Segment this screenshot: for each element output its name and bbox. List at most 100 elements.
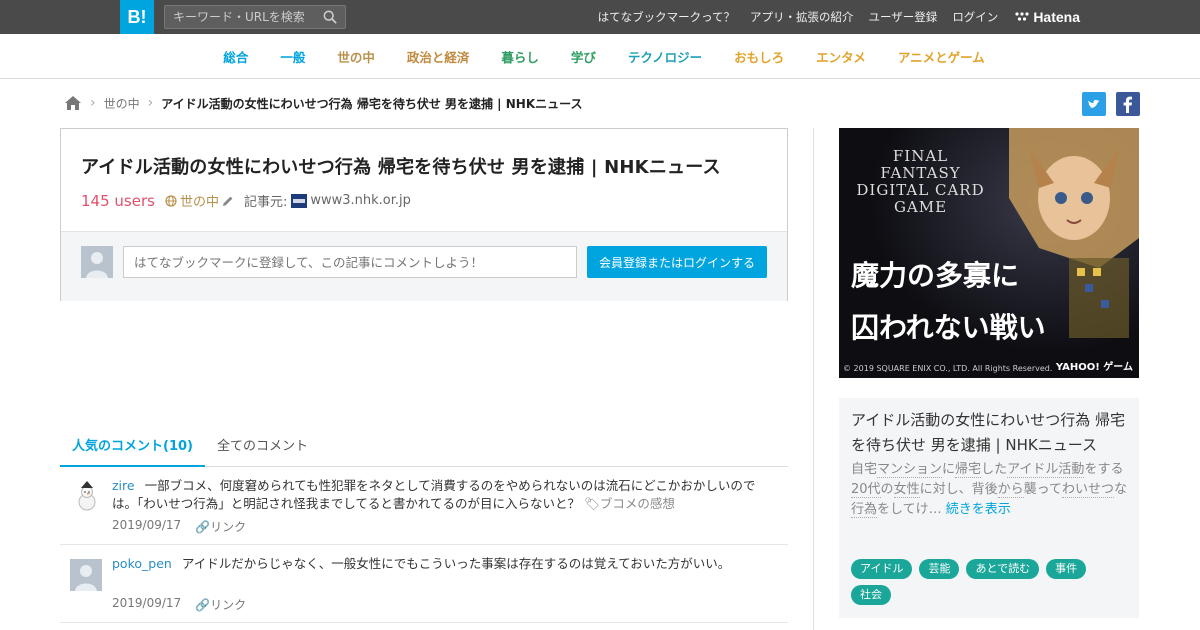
search-icon[interactable] [323,10,337,24]
category-tab[interactable]: アニメとゲーム [882,47,1001,66]
ad-copyright: © 2019 SQUARE ENIX CO., LTD. All Rights … [843,364,1053,373]
comment-footer: 2019/09/17 🔗リンク [112,596,246,613]
comment-text: アイドルだからじゃなく、一般女性にでもこういった事案は存在するのは覚えておいた方… [181,556,731,571]
summary-part: をしてけ… [877,502,942,517]
ad-headline: 魔力の多寡に 囚われない戦い [851,250,1046,354]
comment-link-label: リンク [210,598,247,612]
search-input[interactable] [165,6,315,28]
snowman-avatar-icon[interactable] [72,481,102,511]
ad-headline-line1: 魔力の多寡に [851,259,1020,292]
default-avatar-icon [86,252,108,278]
article-category[interactable]: 世の中 [165,191,234,210]
comment-form: 会員登録またはログインする [61,231,787,301]
chevron-right-icon: › [90,95,96,111]
summary-keyword[interactable]: 20代 [851,482,881,498]
comment-link[interactable]: 🔗リンク [195,596,246,613]
tab-popular-comments[interactable]: 人気のコメント(10) [60,432,205,467]
tab-all-comments[interactable]: 全てのコメント [205,432,320,467]
breadcrumb-title: アイドル活動の女性にわいせつ行為 帰宅を待ち伏せ 男を逮捕 | NHKニュース [161,96,583,111]
breadcrumb: › 世の中 › アイドル活動の女性にわいせつ行為 帰宅を待ち伏せ 男を逮捕 | … [64,94,583,112]
category-tab[interactable]: 暮らし [485,47,555,66]
ad-headline-line2: 囚われない戦い [851,311,1046,344]
register-login-button[interactable]: 会員登録またはログインする [587,246,767,278]
comment-item: zire 一部ブコメ、何度窘められても性犯罪をネタとして消費するのをやめられない… [60,467,788,545]
tag-item[interactable]: アイドル [851,559,913,579]
comment-footer: 2019/09/17 🔗リンク [112,518,246,535]
tag-item[interactable]: 社会 [851,585,891,605]
category-tab[interactable]: 学び [555,47,612,66]
summary-part: をする [1084,462,1124,477]
default-avatar-icon[interactable] [70,559,102,591]
nhk-favicon-icon [291,193,308,208]
category-tab[interactable]: 総合 [207,47,264,66]
users-count[interactable]: 145 users [81,192,155,210]
summary-part: な [1113,482,1127,497]
category-tab[interactable]: テクノロジー [612,47,718,66]
ad-logo-line1: FINAL FANTASY [880,147,961,182]
search-box[interactable] [164,5,346,29]
comment-date[interactable]: 2019/09/17 [112,518,181,535]
facebook-icon[interactable] [1116,92,1140,116]
source-site[interactable]: www3.nhk.or.jp [291,193,411,208]
comment-item: poko_pen アイドルだからじゃなく、一般女性にでもこういった事案は存在する… [60,545,788,623]
summary-part: した [981,462,1008,477]
category-tab[interactable]: エンタメ [800,47,882,66]
tag-item[interactable]: 事件 [1046,559,1087,579]
summary-keyword[interactable]: 行為 [851,502,878,518]
ad-sponsor: YAHOO! ゲーム [1055,362,1133,373]
advertisement-banner[interactable]: FINAL FANTASY DIGITAL CARD GAME 魔力の多寡に 囚… [839,128,1139,378]
show-more-link[interactable]: 続きを表示 [946,502,1011,517]
summary-keyword[interactable]: 帰宅 [955,462,982,478]
summary-part: に対し、背後 [919,482,998,497]
hatena-brand-label: Hatena [1033,9,1080,25]
category-tab[interactable]: おもしろ [718,47,800,66]
twitter-icon[interactable] [1082,92,1106,116]
category-globe-icon [165,194,177,207]
tag-item[interactable]: あとで読む [966,559,1040,579]
comment-tag-label: ブコメの感想 [599,496,675,511]
summary-title[interactable]: アイドル活動の女性にわいせつ行為 帰宅を待ち伏せ 男を逮捕 | NHKニュース [851,408,1131,458]
link-icon: 🔗 [195,598,211,612]
summary-keyword[interactable]: 女性 [893,482,920,498]
hatena-brand[interactable]: Hatena [1015,9,1080,25]
tag-icon: 🏷 [584,496,600,511]
login-link[interactable]: ログイン [952,9,998,25]
ad-logo-line2: DIGITAL CARD GAME [856,181,985,216]
summary-keyword[interactable]: わいせつ [1061,482,1114,498]
register-link[interactable]: ユーザー登録 [869,9,938,25]
summary-keyword[interactable]: マンション [877,462,943,478]
home-icon[interactable] [64,95,82,111]
user-avatar [81,246,113,278]
about-link[interactable]: はてなブックマークって？ [598,9,735,25]
source-site-label: www3.nhk.or.jp [310,193,411,208]
comment-tabs: 人気のコメント(10) 全てのコメント [60,432,788,467]
comment-date[interactable]: 2019/09/17 [112,596,181,613]
summary-part: に [942,462,956,477]
hatena-bookmark-logo[interactable]: B! [120,0,154,34]
article-title[interactable]: アイドル活動の女性にわいせつ行為 帰宅を待ち伏せ 男を逮捕 | NHKニュース [81,153,721,179]
comment-tag[interactable]: 🏷ブコメの感想 [584,496,675,511]
summary-part: 襲って [1023,482,1062,497]
comment-input[interactable] [123,246,577,278]
apps-link[interactable]: アプリ・拡張の紹介 [750,9,854,25]
hatena-dots-icon [1015,12,1029,21]
article-meta: 145 users 世の中 記事元: www3.nhk.or.jp [81,191,411,211]
summary-keyword[interactable]: から [997,482,1024,498]
source-label: 記事元: [243,195,288,210]
ad-game-logo: FINAL FANTASY DIGITAL CARD GAME [853,148,988,216]
comment-link[interactable]: 🔗リンク [195,518,246,535]
category-tab[interactable]: 政治と経済 [391,47,486,66]
breadcrumb-category[interactable]: 世の中 [104,95,140,112]
category-tab[interactable]: 一般 [264,47,321,66]
comment-body: zire 一部ブコメ、何度窘められても性犯罪をネタとして消費するのをやめられない… [112,477,772,513]
top-nav: はてなブックマークって？ アプリ・拡張の紹介 ユーザー登録 ログイン Haten… [598,0,1080,34]
comment-user[interactable]: poko_pen [112,556,172,571]
column-divider [813,128,814,630]
comment-user[interactable]: zire [112,478,135,493]
category-tab[interactable]: 世の中 [321,47,391,66]
category-nav: 総合 一般 世の中 政治と経済 暮らし 学び テクノロジー おもしろ エンタメ アニメとゲーム [0,34,1200,79]
summary-keyword[interactable]: アイドル活動 [1007,462,1085,478]
tag-item[interactable]: 芸能 [919,559,960,579]
pencil-icon[interactable] [222,195,234,207]
tag-list: アイドル 芸能 あとで読む 事件 社会 [851,559,1131,605]
